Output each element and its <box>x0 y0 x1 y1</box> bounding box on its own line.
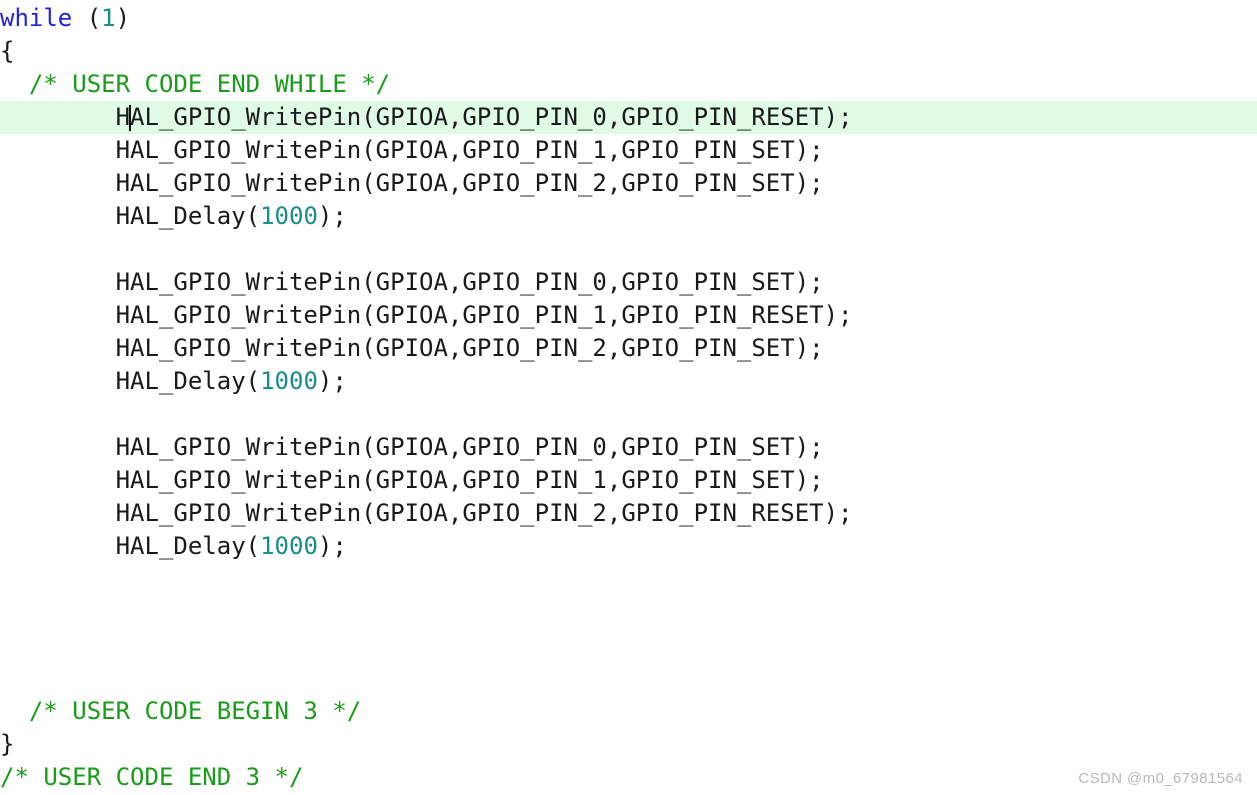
code-line[interactable] <box>0 596 1257 629</box>
code-token-plain: { <box>0 37 15 65</box>
code-token-plain: HAL_GPIO_WritePin(GPIOA,GPIO_PIN_1,GPIO_… <box>0 466 824 494</box>
code-line-text: HAL_Delay(1000); <box>0 365 347 398</box>
code-line[interactable]: } <box>0 728 1257 761</box>
code-line[interactable]: { <box>0 35 1257 68</box>
code-token-plain: H <box>0 103 131 131</box>
code-line[interactable] <box>0 629 1257 662</box>
code-token-plain: AL_GPIO_WritePin(GPIOA,GPIO_PIN_0,GPIO_P… <box>130 103 853 131</box>
code-line-text: HAL_GPIO_WritePin(GPIOA,GPIO_PIN_0,GPIO_… <box>0 266 824 299</box>
code-token-plain: ); <box>317 367 347 395</box>
code-line[interactable]: HAL_Delay(1000); <box>0 200 1257 233</box>
code-line[interactable]: HAL_GPIO_WritePin(GPIOA,GPIO_PIN_1,GPIO_… <box>0 299 1257 332</box>
code-token-comment: /* USER CODE END WHILE */ <box>0 70 391 98</box>
code-editor[interactable]: while (1){ /* USER CODE END WHILE */ HAL… <box>0 0 1257 795</box>
code-token-comment: /* USER CODE END 3 */ <box>0 763 304 791</box>
code-line-text: /* USER CODE END 3 */ <box>0 761 303 794</box>
code-lines-container[interactable]: while (1){ /* USER CODE END WHILE */ HAL… <box>0 0 1257 794</box>
code-line[interactable]: /* USER CODE BEGIN 3 */ <box>0 695 1257 728</box>
code-line[interactable] <box>0 398 1257 431</box>
code-token-plain: } <box>0 730 15 758</box>
code-line[interactable] <box>0 662 1257 695</box>
code-line-text: HAL_Delay(1000); <box>0 530 347 563</box>
code-token-plain: HAL_GPIO_WritePin(GPIOA,GPIO_PIN_2,GPIO_… <box>0 499 853 527</box>
code-line-text: HAL_GPIO_WritePin(GPIOA,GPIO_PIN_2,GPIO_… <box>0 332 824 365</box>
code-line[interactable]: HAL_GPIO_WritePin(GPIOA,GPIO_PIN_0,GPIO_… <box>0 431 1257 464</box>
code-token-plain: ( <box>72 4 102 32</box>
code-token-plain: HAL_GPIO_WritePin(GPIOA,GPIO_PIN_1,GPIO_… <box>0 301 853 329</box>
code-line-active[interactable]: HAL_GPIO_WritePin(GPIOA,GPIO_PIN_0,GPIO_… <box>0 101 1257 134</box>
code-token-number: 1000 <box>260 367 318 395</box>
code-token-number: 1000 <box>260 532 318 560</box>
code-token-plain: HAL_GPIO_WritePin(GPIOA,GPIO_PIN_2,GPIO_… <box>0 334 824 362</box>
code-line[interactable] <box>0 233 1257 266</box>
code-token-plain: HAL_GPIO_WritePin(GPIOA,GPIO_PIN_2,GPIO_… <box>0 169 824 197</box>
code-token-plain: ) <box>115 4 131 32</box>
code-line-text: while (1) <box>0 2 130 35</box>
code-token-keyword: while <box>0 4 73 32</box>
code-line[interactable]: HAL_GPIO_WritePin(GPIOA,GPIO_PIN_0,GPIO_… <box>0 266 1257 299</box>
code-line-text: /* USER CODE END WHILE */ <box>0 68 390 101</box>
code-token-plain: ); <box>317 532 347 560</box>
code-token-plain: HAL_Delay( <box>0 202 261 230</box>
code-line-text: { <box>0 35 14 68</box>
code-line-text: HAL_GPIO_WritePin(GPIOA,GPIO_PIN_2,GPIO_… <box>0 167 824 200</box>
code-line[interactable]: HAL_Delay(1000); <box>0 365 1257 398</box>
code-line[interactable]: HAL_GPIO_WritePin(GPIOA,GPIO_PIN_1,GPIO_… <box>0 134 1257 167</box>
code-line-text: HAL_GPIO_WritePin(GPIOA,GPIO_PIN_1,GPIO_… <box>0 134 824 167</box>
code-token-number: 1 <box>101 4 116 32</box>
code-line[interactable]: /* USER CODE END WHILE */ <box>0 68 1257 101</box>
code-token-plain: HAL_GPIO_WritePin(GPIOA,GPIO_PIN_0,GPIO_… <box>0 433 824 461</box>
code-line-text: HAL_GPIO_WritePin(GPIOA,GPIO_PIN_2,GPIO_… <box>0 497 853 530</box>
code-token-plain: HAL_Delay( <box>0 532 261 560</box>
code-line[interactable]: HAL_GPIO_WritePin(GPIOA,GPIO_PIN_2,GPIO_… <box>0 497 1257 530</box>
csdn-watermark: CSDN @m0_67981564 <box>1078 770 1243 787</box>
code-line-text: HAL_GPIO_WritePin(GPIOA,GPIO_PIN_1,GPIO_… <box>0 464 824 497</box>
code-token-plain: HAL_GPIO_WritePin(GPIOA,GPIO_PIN_0,GPIO_… <box>0 268 824 296</box>
code-line-text: HAL_GPIO_WritePin(GPIOA,GPIO_PIN_1,GPIO_… <box>0 299 853 332</box>
code-line[interactable] <box>0 563 1257 596</box>
code-token-plain: ); <box>317 202 347 230</box>
code-line[interactable]: /* USER CODE END 3 */ <box>0 761 1257 794</box>
code-line[interactable]: HAL_GPIO_WritePin(GPIOA,GPIO_PIN_1,GPIO_… <box>0 464 1257 497</box>
code-token-plain: HAL_GPIO_WritePin(GPIOA,GPIO_PIN_1,GPIO_… <box>0 136 824 164</box>
code-token-number: 1000 <box>260 202 318 230</box>
code-line-text: /* USER CODE BEGIN 3 */ <box>0 695 361 728</box>
code-line-text: HAL_GPIO_WritePin(GPIOA,GPIO_PIN_0,GPIO_… <box>0 431 824 464</box>
code-line[interactable]: HAL_Delay(1000); <box>0 530 1257 563</box>
code-line-text: HAL_Delay(1000); <box>0 200 347 233</box>
code-line[interactable]: HAL_GPIO_WritePin(GPIOA,GPIO_PIN_2,GPIO_… <box>0 167 1257 200</box>
code-line[interactable]: while (1) <box>0 2 1257 35</box>
code-line[interactable]: HAL_GPIO_WritePin(GPIOA,GPIO_PIN_2,GPIO_… <box>0 332 1257 365</box>
code-line-text: HAL_GPIO_WritePin(GPIOA,GPIO_PIN_0,GPIO_… <box>0 101 853 134</box>
code-token-comment: /* USER CODE BEGIN 3 */ <box>0 697 362 725</box>
code-line-text: } <box>0 728 14 761</box>
code-token-plain: HAL_Delay( <box>0 367 261 395</box>
